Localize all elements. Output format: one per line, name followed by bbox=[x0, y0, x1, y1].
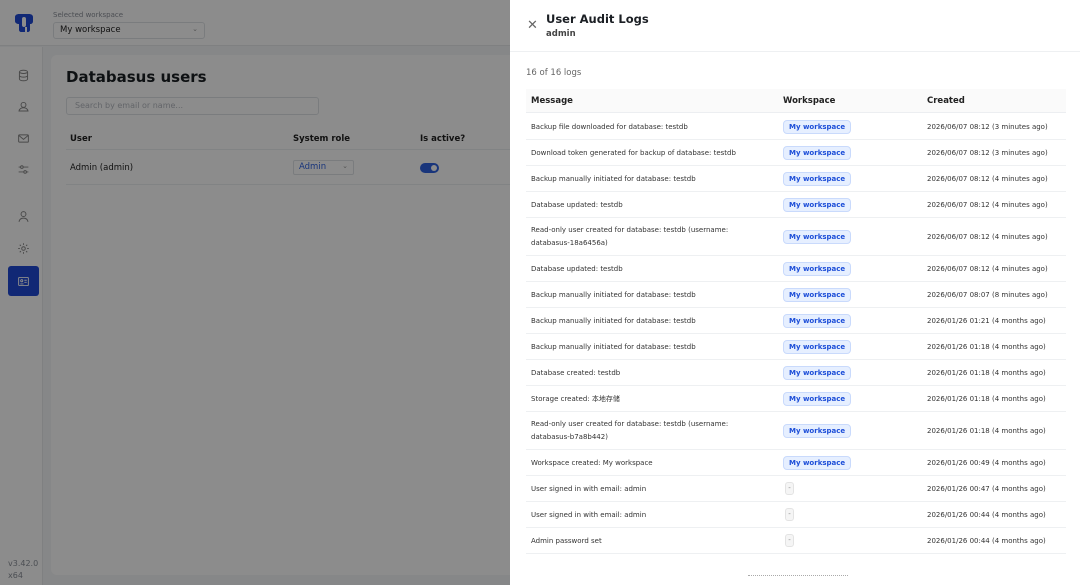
workspace-badge: My workspace bbox=[783, 314, 852, 328]
workspace-badge: My workspace bbox=[783, 424, 852, 438]
workspace-empty: - bbox=[785, 508, 794, 521]
column-header-created: Created bbox=[927, 96, 965, 106]
table-row: Database updated: testdb My workspace 2026… bbox=[526, 192, 1066, 218]
table-header: Message Workspace Created bbox=[526, 89, 1066, 113]
log-message: Backup manually initiated for database: … bbox=[531, 317, 696, 325]
table-row: Database created: testdb My workspace 2026… bbox=[526, 360, 1066, 386]
workspace-badge: My workspace bbox=[783, 198, 852, 212]
log-created: 2026/06/07 08:12 (3 minutes ago) bbox=[927, 122, 1048, 131]
drawer-title: User Audit Logs bbox=[546, 12, 649, 26]
workspace-badge: My workspace bbox=[783, 456, 852, 470]
table-row: Database updated: testdb My workspace 2026… bbox=[526, 256, 1066, 282]
table-row: Backup manually initiated for database: … bbox=[526, 308, 1066, 334]
workspace-badge: My workspace bbox=[783, 120, 852, 134]
workspace-empty: - bbox=[785, 534, 794, 547]
log-created: 2026/01/26 00:44 (4 months ago) bbox=[927, 536, 1046, 545]
log-message: Backup manually initiated for database: … bbox=[531, 343, 696, 351]
log-message: Storage created: 本地存储 bbox=[531, 395, 620, 403]
table-row: Backup manually initiated for database: … bbox=[526, 334, 1066, 360]
log-message: Read-only user created for database: tes… bbox=[531, 226, 729, 247]
log-created: 2026/01/26 00:47 (4 months ago) bbox=[927, 484, 1046, 493]
log-created: 2026/01/26 01:18 (4 months ago) bbox=[927, 342, 1046, 351]
workspace-badge: My workspace bbox=[783, 392, 852, 406]
log-message: Workspace created: My workspace bbox=[531, 459, 653, 467]
table-row: Backup file downloaded for database: tes… bbox=[526, 114, 1066, 140]
drawer-subtitle: admin bbox=[546, 29, 576, 39]
log-message: Database created: testdb bbox=[531, 369, 621, 377]
log-message: Database updated: testdb bbox=[531, 265, 623, 273]
workspace-badge: My workspace bbox=[783, 340, 852, 354]
modal-backdrop[interactable] bbox=[0, 0, 510, 585]
table-row: User signed in with email: admin - 2026/01… bbox=[526, 476, 1066, 502]
scroll-hint bbox=[748, 575, 848, 577]
log-message: Backup manually initiated for database: … bbox=[531, 291, 696, 299]
log-created: 2026/01/26 00:44 (4 months ago) bbox=[927, 510, 1046, 519]
log-created: 2026/01/26 00:49 (4 months ago) bbox=[927, 458, 1046, 467]
log-created: 2026/01/26 01:18 (4 months ago) bbox=[927, 394, 1046, 403]
column-header-workspace: Workspace bbox=[783, 96, 836, 106]
table-row: Storage created: 本地存储 My workspace 2026/01… bbox=[526, 386, 1066, 412]
table-row: Workspace created: My workspace My worksp… bbox=[526, 450, 1066, 476]
log-created: 2026/06/07 08:12 (4 minutes ago) bbox=[927, 232, 1048, 241]
log-created: 2026/01/26 01:18 (4 months ago) bbox=[927, 426, 1046, 435]
workspace-badge: My workspace bbox=[783, 230, 852, 244]
table-row: Backup manually initiated for database: … bbox=[526, 166, 1066, 192]
workspace-badge: My workspace bbox=[783, 172, 852, 186]
log-message: Admin password set bbox=[531, 537, 602, 545]
workspace-badge: My workspace bbox=[783, 146, 852, 160]
log-message: Download token generated for backup of d… bbox=[531, 149, 736, 157]
column-header-message: Message bbox=[531, 96, 573, 106]
log-created: 2026/01/26 01:18 (4 months ago) bbox=[927, 368, 1046, 377]
log-message: User signed in with email: admin bbox=[531, 485, 647, 493]
log-created: 2026/06/07 08:12 (4 minutes ago) bbox=[927, 200, 1048, 209]
log-message: User signed in with email: admin bbox=[531, 511, 647, 519]
log-message: Database updated: testdb bbox=[531, 201, 623, 209]
log-created: 2026/06/07 08:12 (3 minutes ago) bbox=[927, 148, 1048, 157]
table-row: User signed in with email: admin - 2026/01… bbox=[526, 502, 1066, 528]
workspace-badge: My workspace bbox=[783, 288, 852, 302]
workspace-badge: My workspace bbox=[783, 262, 852, 276]
log-created: 2026/06/07 08:12 (4 minutes ago) bbox=[927, 174, 1048, 183]
log-message: Read-only user created for database: tes… bbox=[531, 420, 729, 441]
log-created: 2026/06/07 08:07 (8 minutes ago) bbox=[927, 290, 1048, 299]
workspace-badge: My workspace bbox=[783, 366, 852, 380]
log-created: 2026/01/26 01:21 (4 months ago) bbox=[927, 316, 1046, 325]
close-icon[interactable]: ✕ bbox=[527, 19, 538, 32]
table-row: Read-only user created for database: tes… bbox=[526, 218, 1066, 256]
table-row: Admin password set - 2026/01/26 00:44 (4 m… bbox=[526, 528, 1066, 554]
table-row: Backup manually initiated for database: … bbox=[526, 282, 1066, 308]
audit-logs-drawer: ✕ User Audit Logs admin 16 of 16 logs Me… bbox=[510, 0, 1080, 585]
workspace-empty: - bbox=[785, 482, 794, 495]
table-row: Read-only user created for database: tes… bbox=[526, 412, 1066, 450]
log-message: Backup file downloaded for database: tes… bbox=[531, 123, 688, 131]
drawer-header: ✕ User Audit Logs admin bbox=[510, 0, 1080, 52]
log-count: 16 of 16 logs bbox=[526, 68, 582, 78]
table-row: Download token generated for backup of d… bbox=[526, 140, 1066, 166]
log-message: Backup manually initiated for database: … bbox=[531, 175, 696, 183]
log-created: 2026/06/07 08:12 (4 minutes ago) bbox=[927, 264, 1048, 273]
